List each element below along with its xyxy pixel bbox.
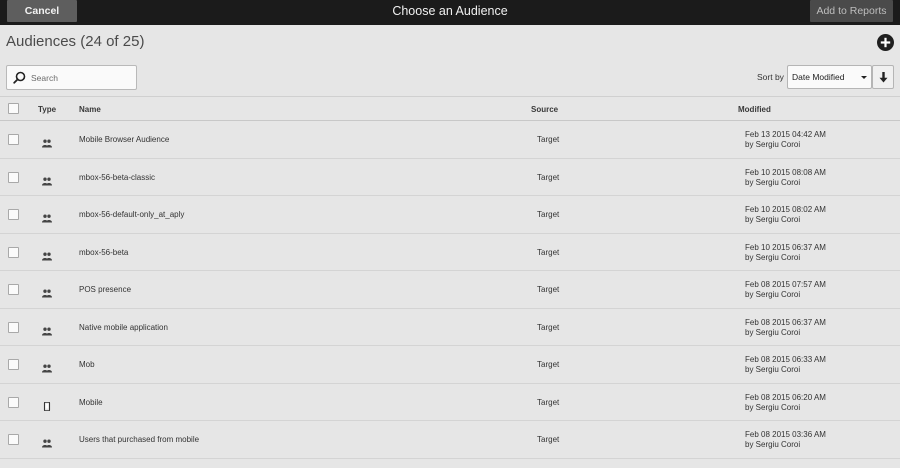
sort-direction-button[interactable] (872, 65, 894, 89)
audience-source: Target (537, 360, 560, 369)
column-name[interactable]: Name (79, 105, 101, 114)
add-to-reports-button[interactable]: Add to Reports (810, 0, 893, 22)
group-icon (42, 360, 52, 373)
table-row[interactable]: mbox-56-default-only_at_aply Target Feb 10… (0, 196, 900, 234)
column-type[interactable]: Type (38, 105, 56, 114)
audience-name: Mobile (79, 397, 103, 407)
modified-date: Feb 08 2015 06:20 AM (745, 392, 826, 402)
search-input[interactable] (31, 67, 131, 88)
table-row[interactable]: mbox-56-beta-classic Target Feb 10 2015 08… (0, 159, 900, 196)
audience-name: mbox-56-beta (79, 247, 129, 257)
sort-by-label: Sort by (757, 72, 784, 82)
column-modified[interactable]: Modified (738, 105, 771, 114)
arrow-down-icon (879, 72, 888, 83)
select-all-checkbox[interactable] (8, 103, 19, 114)
top-bar: Cancel Choose an Audience Add to Reports (0, 0, 900, 25)
modified-date: Feb 10 2015 08:08 AM (745, 167, 826, 177)
modified-date: Feb 08 2015 07:57 AM (745, 280, 826, 289)
audience-name: mbox-56-default-only_at_aply (79, 210, 185, 219)
modified-by: by Sergiu Coroi (745, 140, 801, 149)
modified-by: by Sergiu Coroi (745, 327, 801, 337)
audience-name: mbox-56-beta-classic (79, 172, 156, 182)
modified-date: Feb 08 2015 03:36 AM (745, 430, 826, 439)
modified-date: Feb 13 2015 04:42 AM (745, 130, 826, 139)
modified-date: Feb 08 2015 06:33 AM (745, 355, 826, 364)
modified-by: by Sergiu Coroi (745, 402, 801, 412)
search-box[interactable] (6, 65, 137, 90)
row-checkbox[interactable] (8, 171, 19, 183)
modified-by: by Sergiu Coroi (745, 215, 801, 224)
audience-name: Mob (79, 360, 95, 369)
cancel-button[interactable]: Cancel (7, 0, 77, 22)
modified-date: Feb 10 2015 06:37 AM (745, 242, 826, 252)
modified-by: by Sergiu Coroi (745, 290, 801, 299)
modified-by: by Sergiu Coroi (745, 252, 801, 262)
dialog-title: Choose an Audience (392, 4, 508, 18)
page-title-text: Audiences (6, 33, 77, 50)
modified-by: by Sergiu Coroi (745, 177, 801, 187)
audience-source: Target (537, 135, 560, 144)
sort-select[interactable]: Date Modified (787, 65, 872, 89)
group-icon (42, 210, 52, 223)
add-audience-icon[interactable] (877, 34, 894, 51)
audience-source: Target (537, 435, 560, 444)
group-icon (42, 248, 52, 260)
table-row[interactable]: mbox-56-beta Target Feb 10 2015 06:37 AM by… (0, 234, 900, 271)
column-source[interactable]: Source (531, 105, 558, 114)
mobile-icon (42, 398, 52, 411)
row-checkbox[interactable] (8, 284, 19, 295)
table-header: Type Name Source Modified (0, 96, 900, 121)
table-row[interactable]: POS presence Target Feb 08 2015 07:57 AM by… (0, 271, 900, 309)
row-checkbox[interactable] (8, 209, 19, 220)
group-icon (42, 285, 52, 298)
audience-name: Mobile Browser Audience (79, 135, 170, 144)
group-icon (42, 135, 52, 148)
row-checkbox[interactable] (8, 246, 19, 258)
audience-count: (24 of 25) (80, 33, 145, 50)
group-icon (42, 323, 52, 335)
audience-source: Target (537, 397, 560, 407)
group-icon (42, 173, 52, 185)
audience-source: Target (537, 247, 560, 257)
row-checkbox[interactable] (8, 434, 19, 445)
audience-name: Users that purchased from mobile (79, 435, 200, 444)
audience-name: POS presence (79, 285, 132, 294)
modified-date: Feb 10 2015 08:02 AM (745, 205, 826, 214)
chevron-down-icon (861, 76, 867, 79)
table-row[interactable]: Mobile Browser Audience Target Feb 13 2015… (0, 121, 900, 159)
row-checkbox[interactable] (8, 321, 19, 333)
table-row[interactable]: Mob Target Feb 08 2015 06:33 AM by Sergiu C… (0, 346, 900, 384)
modified-by: by Sergiu Coroi (745, 365, 801, 374)
audience-source: Target (537, 322, 560, 332)
modified-date: Feb 08 2015 06:37 AM (745, 317, 826, 327)
audience-name: Native mobile application (79, 322, 168, 332)
row-checkbox[interactable] (8, 134, 19, 145)
sort-select-value: Date Modified (792, 72, 845, 82)
table-row[interactable]: Mobile Target Feb 08 2015 06:20 AM by Sergi… (0, 384, 900, 421)
table-row[interactable]: Native mobile application Target Feb 08 20… (0, 309, 900, 346)
row-checkbox[interactable] (8, 359, 19, 370)
page-title: Audiences (24 of 25) (6, 33, 144, 50)
audience-source: Target (537, 210, 560, 219)
row-checkbox[interactable] (8, 396, 19, 408)
table-row[interactable]: Users that purchased from mobile Target Fe… (0, 421, 900, 459)
search-icon (13, 71, 26, 84)
audience-source: Target (537, 172, 560, 182)
modified-by: by Sergiu Coroi (745, 440, 801, 449)
audience-source: Target (537, 285, 560, 294)
group-icon (42, 435, 52, 448)
